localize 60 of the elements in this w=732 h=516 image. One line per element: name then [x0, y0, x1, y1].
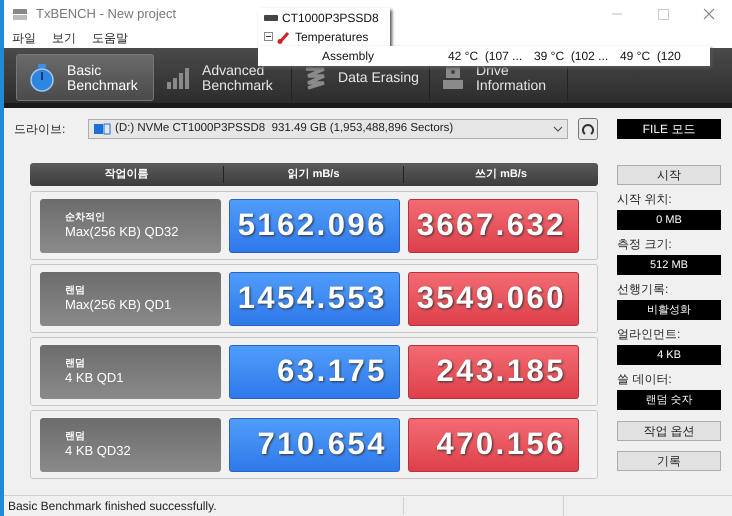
read-speed-value: 5162.096: [229, 198, 400, 252]
tab[interactable]: Basic Benchmark: [16, 54, 154, 101]
setting-value: 512 MB: [617, 255, 721, 275]
setting-value: 랜덤 숫자: [617, 390, 721, 410]
drive-dropdown[interactable]: (D:) NVMe CT1000P3PSSD8 931.49 GB (1,953,488,896 Sectors): [88, 119, 568, 139]
drive-icon: [93, 122, 111, 136]
setting-value: 비활성화: [617, 300, 721, 320]
task-name: Max(256 KB) QD32: [65, 224, 180, 239]
task-name: 4 KB QD32: [65, 443, 132, 458]
menu-item[interactable]: 보기: [52, 29, 76, 47]
read-speed-value: 1454.553: [229, 272, 400, 326]
task-name: Max(256 KB) QD1: [65, 297, 172, 312]
sensor-group: Temperatures: [295, 28, 368, 46]
setting-label: 얼라인먼트:: [617, 326, 682, 342]
chevron-down-icon: [553, 126, 563, 132]
read-speed-value: 710.654: [229, 418, 400, 472]
drive-label: 드라이브:: [14, 121, 66, 138]
action-button[interactable]: 작업 옵션: [617, 421, 721, 441]
window-title: TxBENCH - New project: [36, 5, 176, 24]
setting-label: 시작 위치:: [617, 191, 673, 207]
write-speed-value: 243.185: [408, 344, 579, 398]
column-header: 쓰기 mB/s: [403, 166, 598, 183]
task-type: 랜덤: [65, 285, 86, 297]
stopwatch-icon: [29, 62, 55, 92]
zigzag-icon: [304, 66, 326, 90]
column-header: 작업이름: [104, 167, 150, 182]
setting-label: 쓸 데이터:: [617, 371, 673, 387]
device-name: CT1000P3PSSD8: [282, 10, 379, 26]
setting-value: 0 MB: [617, 210, 721, 230]
menu-item[interactable]: 파일: [12, 29, 36, 47]
drive-icon: [264, 14, 278, 22]
menu-item[interactable]: 도움말: [92, 29, 128, 47]
collapse-icon[interactable]: [264, 32, 273, 41]
action-button[interactable]: 기록: [617, 451, 721, 471]
task-type: 순차적인: [65, 212, 106, 224]
write-speed-value: 470.156: [408, 418, 579, 472]
thermometer-icon: [277, 30, 291, 44]
refresh-button[interactable]: [578, 118, 598, 140]
tab-label: Basic Benchmark: [67, 62, 138, 92]
tab-label: Advanced Benchmark: [202, 62, 273, 92]
app-icon: [12, 7, 28, 21]
setting-label: 측정 크기:: [617, 236, 673, 252]
setting-label: 선행기록:: [617, 281, 670, 297]
sensor-reading: 49 °C (120: [620, 48, 682, 65]
setting-value: 4 KB: [617, 345, 721, 365]
refresh-icon: [581, 122, 595, 136]
status-text: Basic Benchmark finished successfully.: [4, 497, 404, 515]
task-type: 랜덤: [65, 358, 86, 370]
tab-label: Drive Information: [476, 62, 546, 92]
bar-chart-icon: [166, 66, 190, 90]
drive-icon: [442, 64, 464, 90]
task-name: 4 KB QD1: [65, 370, 125, 385]
task-type: 랜덤: [65, 431, 86, 443]
start-button[interactable]: 시작: [617, 165, 721, 185]
read-speed-value: 63.175: [229, 344, 400, 398]
mode-indicator: FILE 모드: [617, 119, 721, 139]
tab-label: Data Erasing: [338, 70, 419, 85]
write-speed-value: 3667.632: [408, 198, 579, 252]
column-header: 읽기 mB/s: [223, 166, 403, 183]
write-speed-value: 3549.060: [408, 272, 579, 326]
